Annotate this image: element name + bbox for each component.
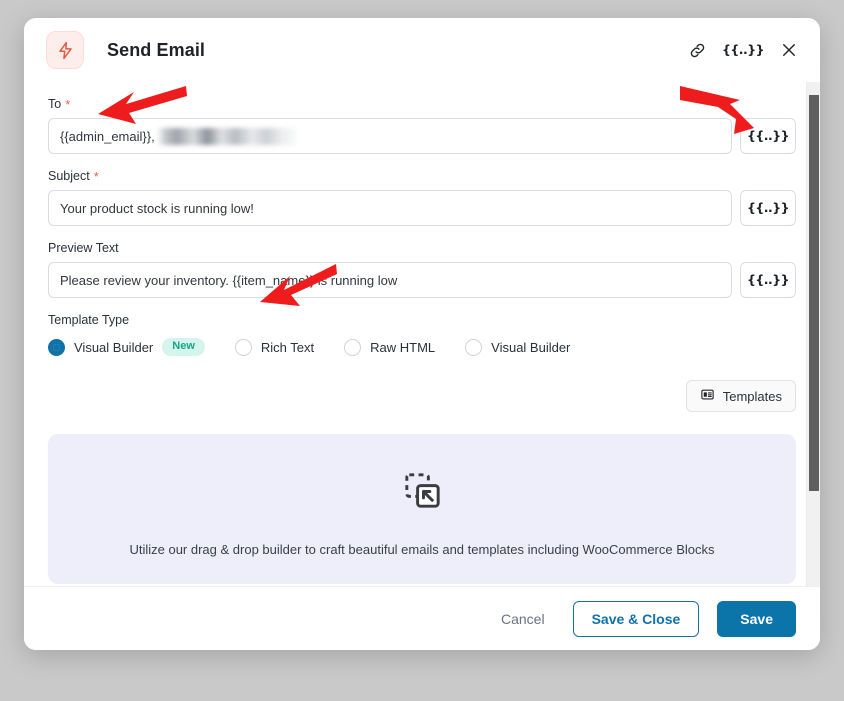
radio-visual-builder[interactable]: Visual Builder [465, 338, 571, 356]
radio-mark-icon [344, 338, 362, 356]
preview-text-row: Please review your inventory. {{item_nam… [48, 262, 796, 298]
close-icon[interactable] [778, 39, 800, 61]
modal-body: To * {{admin_email}}, {{..}} Subject * Y… [24, 82, 820, 606]
subject-input[interactable]: Your product stock is running low! [48, 190, 732, 226]
radio-label: Visual Builder [491, 339, 571, 355]
radio-label: Rich Text [260, 339, 315, 355]
to-input-value: {{admin_email}}, [60, 128, 155, 144]
subject-label-text: Subject [48, 169, 90, 183]
subject-label: Subject * [48, 169, 796, 183]
to-merge-tag-label: {{..}} [746, 127, 790, 143]
template-grid-icon [700, 387, 715, 405]
required-asterisk: * [93, 168, 99, 184]
drag-and-drop-icon [399, 467, 446, 519]
field-subject: Subject * Your product stock is running … [48, 169, 796, 226]
header-actions: {{..}} [686, 39, 800, 61]
preview-text-merge-tag-button[interactable]: {{..}} [740, 262, 796, 298]
merge-tag-label: {{..}} [721, 41, 765, 57]
template-type-label: Template Type [48, 313, 130, 327]
modal-header: Send Email {{..}} [24, 18, 820, 82]
modal-footer: Cancel Save & Close Save [24, 586, 820, 650]
subject-row: Your product stock is running low! {{..}… [48, 190, 796, 226]
subject-merge-tag-label: {{..}} [746, 199, 790, 215]
status-badge: New [162, 338, 205, 356]
preview-text-label: Preview Text [48, 241, 796, 255]
preview-text-input[interactable]: Please review your inventory. {{item_nam… [48, 262, 732, 298]
to-input[interactable]: {{admin_email}}, [48, 118, 732, 154]
to-merge-tag-button[interactable]: {{..}} [740, 118, 796, 154]
preview-text-label-text: Preview Text [48, 241, 119, 255]
to-label-text: To [48, 97, 62, 111]
field-to: To * {{admin_email}}, {{..}} [48, 97, 796, 154]
template-type-radio-group: Visual Builder New Rich Text Raw HTML Vi… [48, 338, 796, 356]
promo-description: Utilize our drag & drop builder to craft… [129, 542, 715, 557]
radio-rich-text[interactable]: Rich Text [234, 338, 315, 356]
send-email-modal: Send Email {{..}} To * {{admin_email}}, … [24, 18, 820, 650]
templates-button[interactable]: Templates [685, 380, 796, 412]
modal-scrollbar-thumb[interactable] [809, 95, 819, 491]
required-asterisk: * [65, 96, 71, 112]
field-preview-text: Preview Text Please review your inventor… [48, 241, 796, 298]
lightning-bolt-icon [46, 31, 84, 69]
to-label: To * [48, 97, 796, 111]
field-template-type: Template Type Visual Builder New Rich Te… [48, 313, 796, 356]
cancel-button[interactable]: Cancel [491, 603, 555, 635]
to-row: {{admin_email}}, {{..}} [48, 118, 796, 154]
radio-raw-html[interactable]: Raw HTML [344, 338, 436, 356]
link-icon[interactable] [686, 39, 708, 61]
preview-text-merge-tag-label: {{..}} [746, 271, 790, 287]
page-title: Send Email [107, 39, 206, 60]
templates-row: Templates [48, 380, 796, 412]
redacted-email [156, 127, 297, 145]
visual-builder-promo-panel: Utilize our drag & drop builder to craft… [48, 434, 796, 584]
radio-visual-builder-new[interactable]: Visual Builder New [48, 338, 205, 356]
merge-tag-icon[interactable]: {{..}} [722, 39, 765, 61]
subject-merge-tag-button[interactable]: {{..}} [740, 190, 796, 226]
modal-scrollbar-track[interactable] [806, 82, 820, 606]
save-button[interactable]: Save [717, 600, 796, 637]
radio-label: Raw HTML [370, 339, 436, 355]
radio-label: Visual Builder [74, 339, 154, 355]
radio-mark-icon [465, 338, 483, 356]
save-and-close-button[interactable]: Save & Close [572, 600, 700, 637]
radio-mark-selected-icon [48, 338, 65, 356]
page-background: Send Email {{..}} To * {{admin_email}}, … [0, 0, 844, 701]
templates-button-label: Templates [722, 388, 782, 404]
radio-mark-icon [234, 338, 252, 356]
